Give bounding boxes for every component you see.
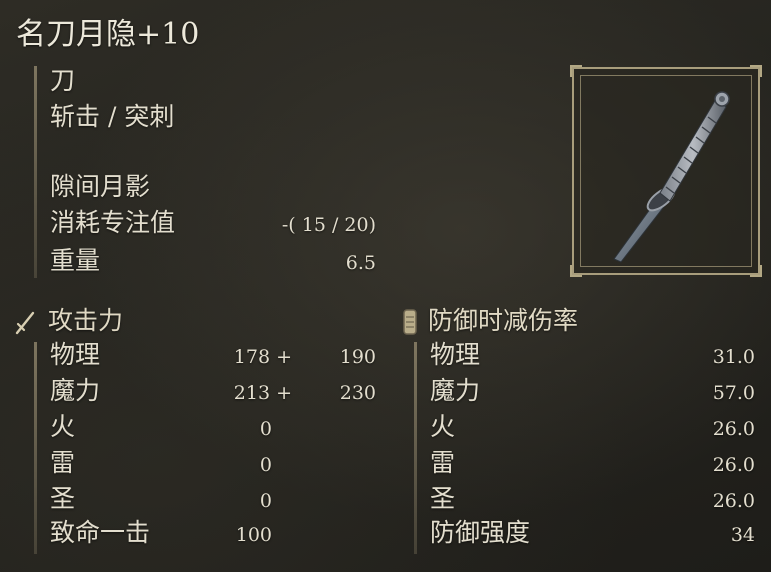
attack-label-fire: 火 (50, 412, 76, 441)
defense-label-magic: 魔力 (430, 376, 481, 405)
defense-value-guard-boost: 34 (730, 524, 755, 546)
defense-label-physical: 物理 (430, 340, 481, 369)
weapon-skill: 隙间月影 (50, 172, 151, 201)
sword-icon (15, 311, 35, 335)
attack-label-holy: 圣 (50, 484, 76, 513)
attack-divider (34, 342, 37, 554)
attack-label-physical: 物理 (50, 340, 101, 369)
info-divider (34, 66, 37, 278)
defense-label-guard-boost: 防御强度 (430, 518, 531, 547)
attack-extra-physical: 190 (339, 346, 376, 368)
defense-title: 防御时减伤率 (428, 306, 579, 335)
attack-base-magic: 213 + (233, 382, 292, 404)
attack-base-fire: 0 (259, 418, 272, 440)
defense-value-fire: 26.0 (712, 418, 755, 440)
defense-value-lightning: 26.0 (712, 454, 755, 476)
attack-type: 斩击 / 突刺 (50, 102, 175, 131)
attack-base-critical: 100 (235, 524, 272, 546)
defense-divider (414, 342, 417, 554)
weapon-type: 刀 (50, 66, 76, 95)
attack-base-holy: 0 (259, 490, 272, 512)
defense-value-holy: 26.0 (712, 490, 755, 512)
weapon-name: 名刀月隐+10 (16, 17, 200, 52)
katana-image (613, 91, 730, 263)
attack-extra-magic: 230 (339, 382, 376, 404)
attack-base-physical: 178 + (233, 346, 292, 368)
shield-icon (403, 309, 417, 335)
defense-label-holy: 圣 (430, 484, 456, 513)
defense-value-physical: 31.0 (712, 346, 755, 368)
fp-cost-label: 消耗专注值 (50, 208, 176, 237)
attack-label-lightning: 雷 (50, 448, 76, 477)
attack-base-lightning: 0 (259, 454, 272, 476)
defense-label-fire: 火 (430, 412, 456, 441)
weight-label: 重量 (50, 246, 101, 275)
defense-label-lightning: 雷 (430, 448, 456, 477)
weight-value: 6.5 (345, 252, 376, 274)
attack-label-magic: 魔力 (50, 376, 101, 405)
defense-value-magic: 57.0 (712, 382, 755, 404)
attack-title: 攻击力 (48, 306, 124, 335)
fp-cost-value: -( 15 / 20) (281, 214, 376, 236)
weapon-image-frame (570, 65, 762, 277)
attack-label-critical: 致命一击 (50, 518, 151, 547)
